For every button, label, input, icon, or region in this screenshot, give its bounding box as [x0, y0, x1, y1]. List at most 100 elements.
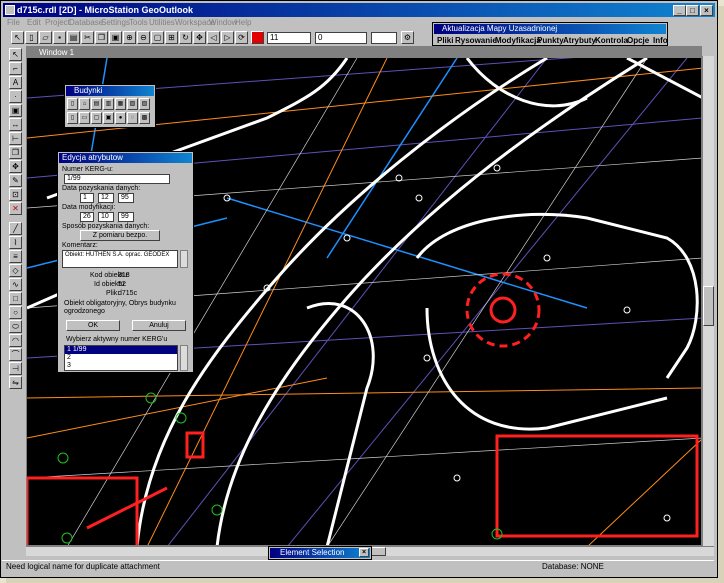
- line-weight-combo[interactable]: [371, 32, 397, 44]
- bud-tool-9-icon[interactable]: ▭: [79, 112, 90, 124]
- akt-menu-rysowanie[interactable]: Rysowanie: [455, 36, 497, 45]
- bud-tool-5-icon[interactable]: ▦: [115, 98, 126, 110]
- delete-tool-icon[interactable]: ✕: [9, 202, 22, 215]
- menu-utilities[interactable]: Utilities: [149, 18, 175, 27]
- akt-menu-punkty[interactable]: Punkty: [537, 36, 564, 45]
- kerg-list-item[interactable]: 3: [65, 362, 177, 370]
- menu-settings[interactable]: Settings: [101, 18, 130, 27]
- tool-paste-icon[interactable]: ▣: [109, 31, 122, 44]
- bud-tool-1-icon[interactable]: ▯: [67, 98, 78, 110]
- dimension-icon[interactable]: ↔: [9, 118, 22, 131]
- tool-save-icon[interactable]: ▪: [53, 31, 66, 44]
- level-combo[interactable]: 11: [267, 32, 311, 44]
- element-selection-close-button[interactable]: ×: [359, 548, 369, 557]
- trim-tool-icon[interactable]: ⊣: [9, 362, 22, 375]
- data-pozyskania-day[interactable]: 1: [80, 193, 94, 203]
- bud-tool-11-icon[interactable]: ▣: [103, 112, 114, 124]
- modify-tool-icon[interactable]: ✎: [9, 174, 22, 187]
- kerg-list-item[interactable]: 2: [65, 354, 177, 362]
- active-color-icon[interactable]: [251, 31, 264, 44]
- ok-button[interactable]: OK: [66, 320, 120, 331]
- arc-tool-icon[interactable]: ◠: [9, 334, 22, 347]
- view-next-icon[interactable]: ▷: [221, 31, 234, 44]
- kerg-list-scrollbar[interactable]: [180, 345, 188, 371]
- vertical-scroll-thumb[interactable]: [703, 286, 714, 326]
- menu-tools[interactable]: Tools: [129, 18, 148, 27]
- vertical-scrollbar[interactable]: [702, 56, 714, 546]
- menu-edit[interactable]: Edit: [27, 18, 41, 27]
- window-area-icon[interactable]: ▢: [151, 31, 164, 44]
- curve-tool-icon[interactable]: ∿: [9, 278, 22, 291]
- group-tool-icon[interactable]: ⊡: [9, 188, 22, 201]
- point-tool-icon[interactable]: ·: [9, 90, 22, 103]
- bud-tool-12-icon[interactable]: ●: [115, 112, 126, 124]
- cell-tool-icon[interactable]: ▣: [9, 104, 22, 117]
- polyline-tool-icon[interactable]: ⌇: [9, 236, 22, 249]
- text-tool-icon[interactable]: A: [9, 76, 22, 89]
- move-tool-icon[interactable]: ✥: [9, 160, 22, 173]
- tool-copy-icon[interactable]: ❐: [95, 31, 108, 44]
- data-modyfikacji-month[interactable]: 10: [98, 212, 114, 222]
- bud-tool-10-icon[interactable]: ▢: [91, 112, 102, 124]
- zoom-in-icon[interactable]: ⊕: [123, 31, 136, 44]
- data-modyfikacji-year[interactable]: 99: [118, 212, 134, 222]
- kerg-list-item[interactable]: 1 1/99: [65, 346, 177, 354]
- akt-menu-info[interactable]: Info: [653, 36, 668, 45]
- shape-tool-icon[interactable]: ◇: [9, 264, 22, 277]
- anuluj-button[interactable]: Anuluj: [132, 320, 186, 331]
- update-view-icon[interactable]: ⟳: [235, 31, 248, 44]
- select-element-icon[interactable]: ↖: [9, 48, 22, 61]
- akt-menu-pliki[interactable]: Pliki: [437, 36, 453, 45]
- bud-tool-3-icon[interactable]: ▤: [91, 98, 102, 110]
- tool-cursor-icon[interactable]: ↖: [11, 31, 24, 44]
- rotate-view-icon[interactable]: ↻: [179, 31, 192, 44]
- bud-tool-2-icon[interactable]: ⌂: [79, 98, 90, 110]
- zoom-out-icon[interactable]: ⊖: [137, 31, 150, 44]
- tool-print-icon[interactable]: ▤: [67, 31, 80, 44]
- bud-tool-7-icon[interactable]: ▨: [139, 98, 150, 110]
- line-tool-icon[interactable]: ╱: [9, 222, 22, 235]
- tool-new-icon[interactable]: ▯: [25, 31, 38, 44]
- tool-cut-icon[interactable]: ✂: [81, 31, 94, 44]
- multiline-tool-icon[interactable]: ≡: [9, 250, 22, 263]
- komentarz-input[interactable]: Obiekt: HUTHEN S.A. oprac. GEODEX: [62, 250, 178, 268]
- data-pozyskania-year[interactable]: 95: [118, 193, 134, 203]
- menu-help[interactable]: Help: [235, 18, 251, 27]
- fit-view-icon[interactable]: ⊞: [165, 31, 178, 44]
- menu-file[interactable]: File: [7, 18, 20, 27]
- bud-tool-14-icon[interactable]: ▩: [139, 112, 150, 124]
- bud-tool-8-icon[interactable]: ▯: [67, 112, 78, 124]
- data-modyfikacji-day[interactable]: 26: [80, 212, 94, 222]
- pan-icon[interactable]: ✥: [193, 31, 206, 44]
- sposob-select[interactable]: Z pomiaru bezpo.: [80, 230, 160, 241]
- menu-project[interactable]: Project: [45, 18, 70, 27]
- akt-menu-atrybuty[interactable]: Atrybuty: [563, 36, 596, 45]
- minimize-button[interactable]: _: [673, 5, 686, 16]
- menu-window[interactable]: Window: [209, 18, 237, 27]
- menu-database[interactable]: Database: [69, 18, 103, 27]
- block-tool-icon[interactable]: □: [9, 292, 22, 305]
- maximize-button[interactable]: □: [686, 5, 699, 16]
- line-style-combo[interactable]: 0: [315, 32, 367, 44]
- fillet-tool-icon[interactable]: ⌒: [9, 348, 22, 361]
- bud-tool-6-icon[interactable]: ▧: [127, 98, 138, 110]
- akt-menu-opcje[interactable]: Opcje: [627, 36, 649, 45]
- data-pozyskania-month[interactable]: 12: [98, 193, 114, 203]
- ellipse-tool-icon[interactable]: ⬭: [9, 320, 22, 333]
- close-button[interactable]: ×: [700, 5, 713, 16]
- mirror-tool-icon[interactable]: ⇋: [9, 376, 22, 389]
- bud-tool-4-icon[interactable]: ▥: [103, 98, 114, 110]
- fence-icon[interactable]: ⌐: [9, 62, 22, 75]
- bud-tool-13-icon[interactable]: ◌: [127, 112, 138, 124]
- measure-icon[interactable]: ⊢: [9, 132, 22, 145]
- komentarz-scrollbar[interactable]: [180, 250, 188, 268]
- tool-open-icon[interactable]: ▱: [39, 31, 52, 44]
- view-previous-icon[interactable]: ◁: [207, 31, 220, 44]
- circle-tool-icon[interactable]: ○: [9, 306, 22, 319]
- akt-menu-modyfikacja[interactable]: Modyfikacja: [495, 36, 541, 45]
- akt-menu-kontrola[interactable]: Kontrola: [595, 36, 628, 45]
- kerg-list[interactable]: 1 1/99 2 3: [64, 345, 178, 371]
- kerg-input[interactable]: 1/99: [64, 174, 170, 184]
- copy-tool-icon[interactable]: ❐: [9, 146, 22, 159]
- settings-icon[interactable]: ⚙: [401, 31, 414, 44]
